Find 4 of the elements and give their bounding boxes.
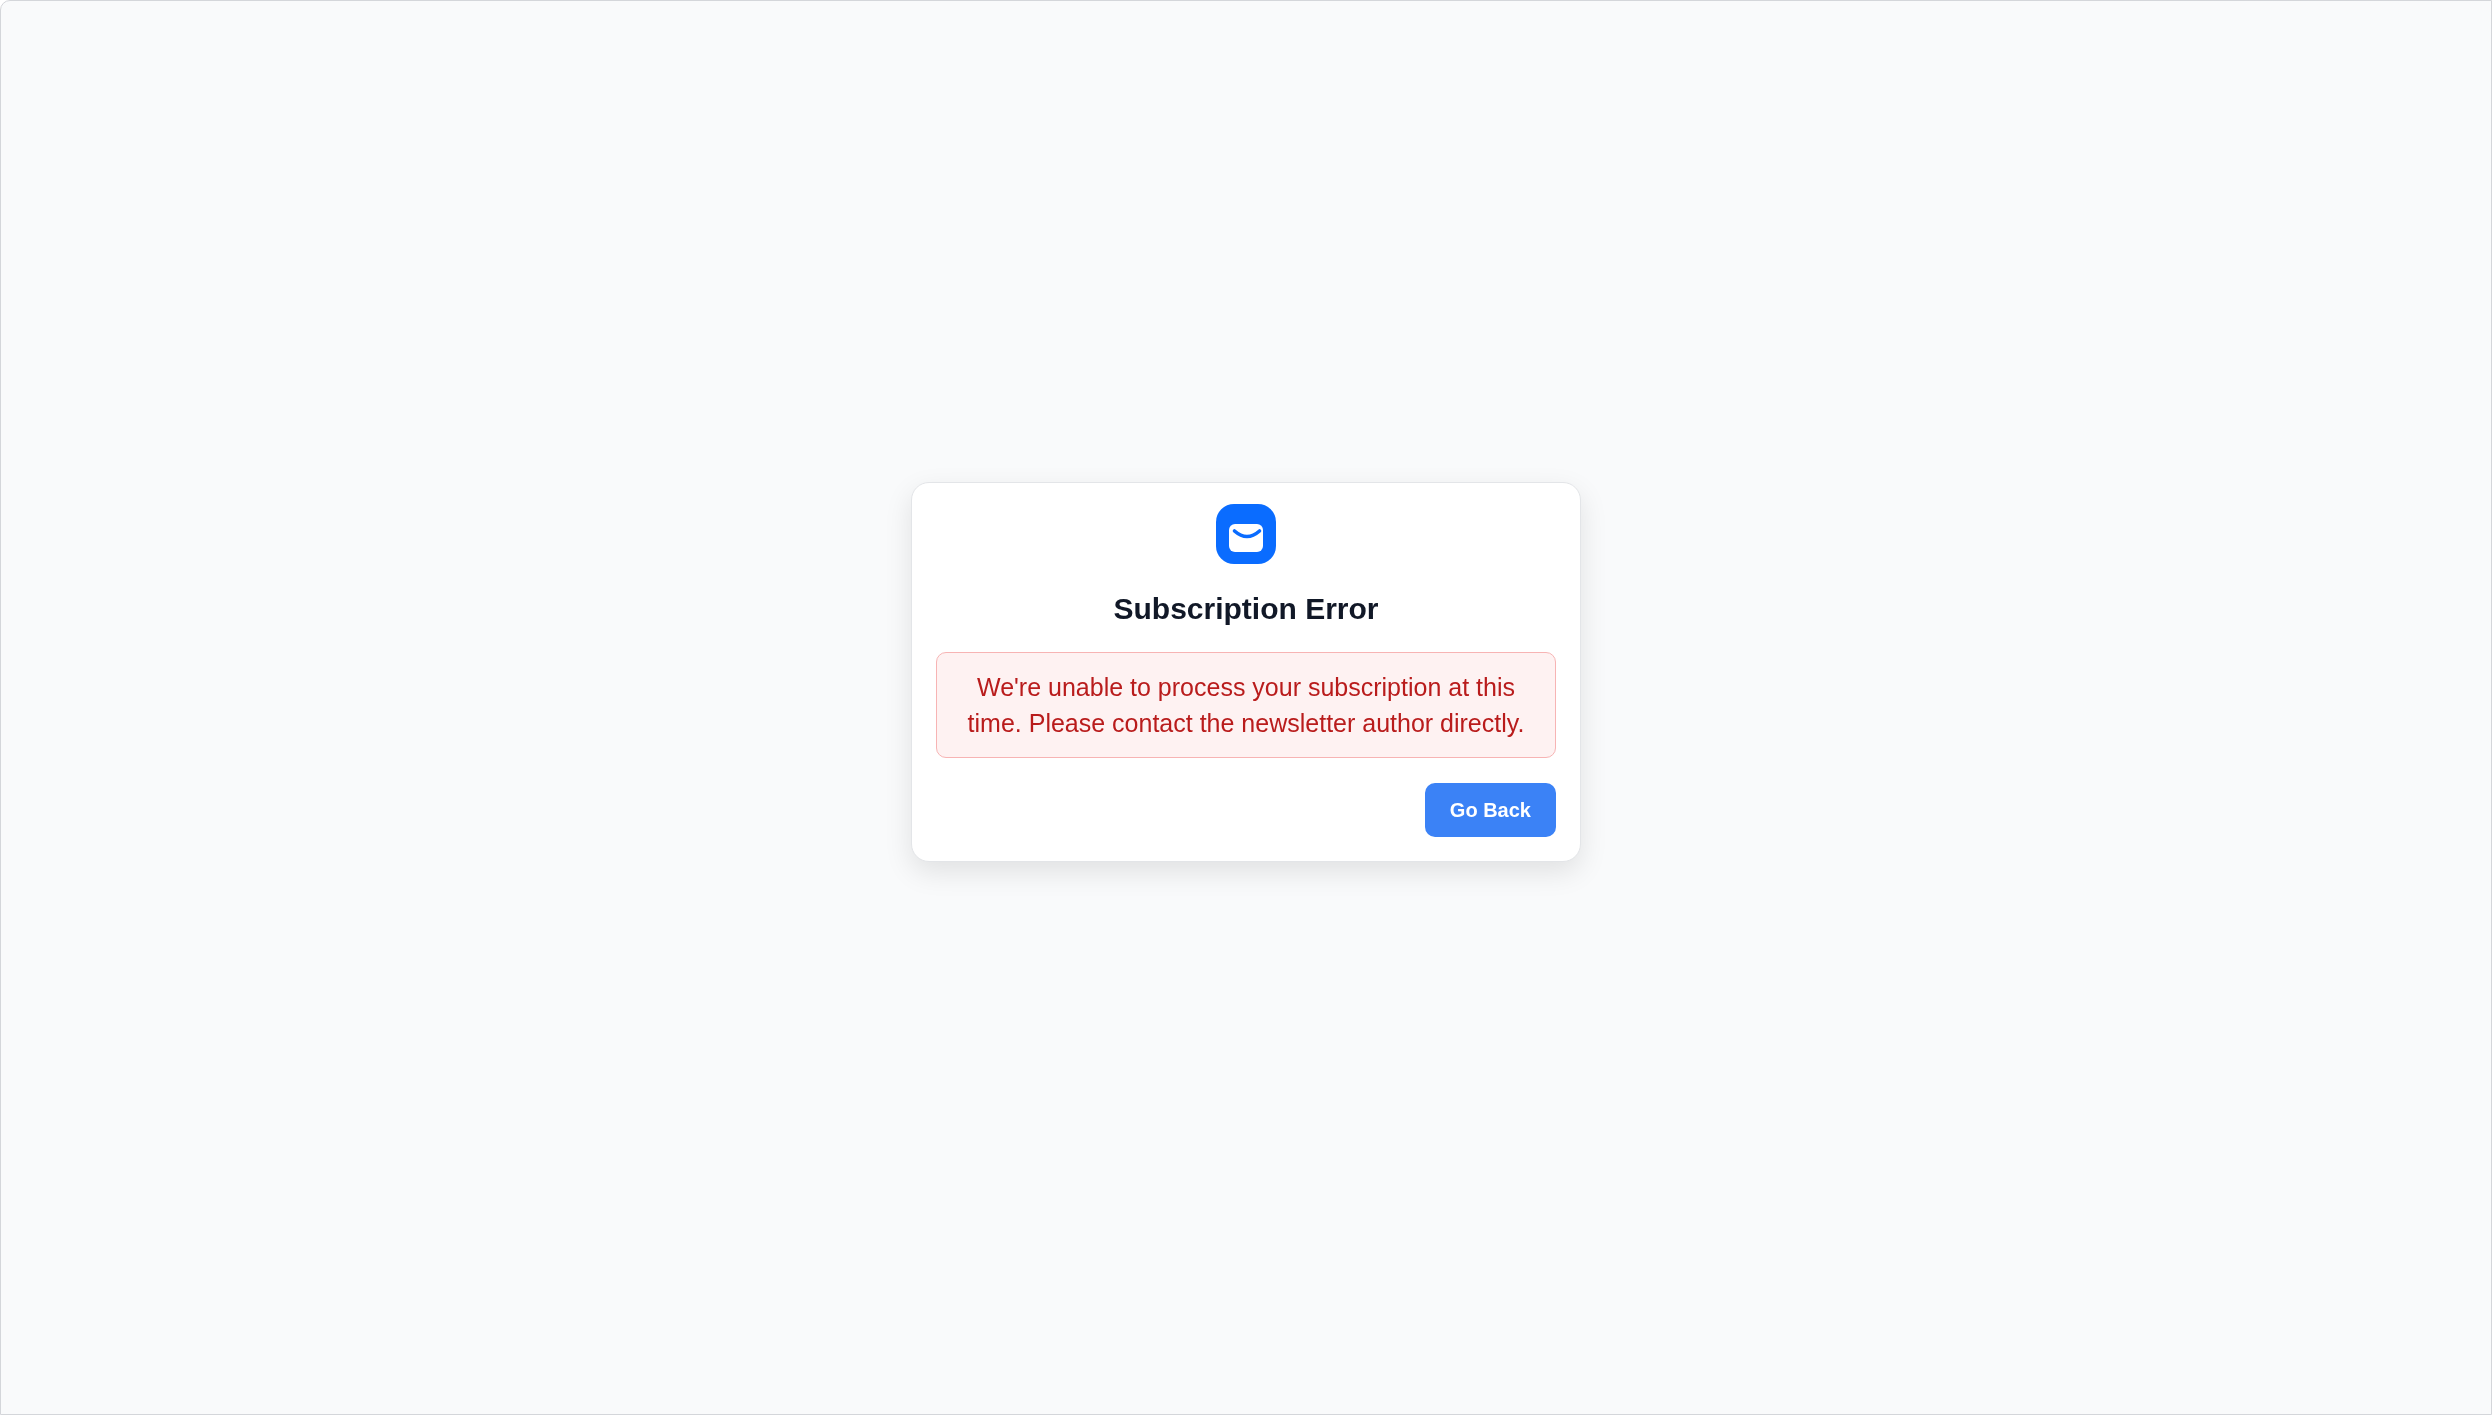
error-message: We're unable to process your subscription at this time. Please contact the newsletter author directly. bbox=[936, 651, 1556, 758]
go-back-button[interactable]: Go Back bbox=[1424, 782, 1556, 837]
envelope-icon bbox=[1216, 503, 1276, 564]
dialog-title: Subscription Error bbox=[1113, 590, 1379, 627]
